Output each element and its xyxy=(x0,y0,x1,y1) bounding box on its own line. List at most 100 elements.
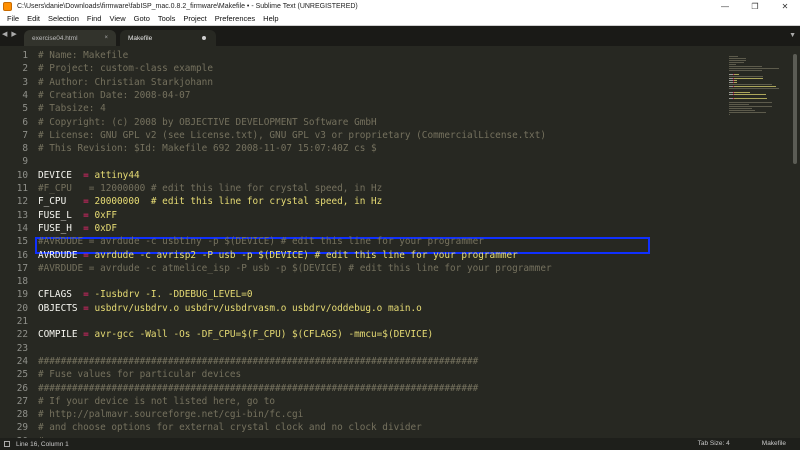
panel-toggle-icon[interactable] xyxy=(4,441,10,447)
code-line[interactable]: 21 xyxy=(0,315,725,328)
scrollbar-thumb[interactable] xyxy=(793,54,797,164)
code-text: F_CPU = 20000000 # edit this line for cr… xyxy=(38,195,382,208)
code-line[interactable]: 15 #AVRDUDE = avrdude -c usbtiny -p $(DEV… xyxy=(0,235,725,248)
code-line[interactable]: 28 # http://palmavr.sourceforge.net/cgi-b… xyxy=(0,408,725,421)
menu-file[interactable]: File xyxy=(3,14,23,23)
code-token: # Fuse values for particular devices xyxy=(38,369,242,381)
tab-dropdown-icon[interactable]: ▼ xyxy=(789,32,796,39)
code-line[interactable]: 14 FUSE_H = 0xDF xyxy=(0,222,725,235)
minimap-stroke xyxy=(729,56,738,57)
line-number: 24 xyxy=(16,355,28,367)
menu-preferences[interactable]: Preferences xyxy=(211,14,259,23)
minimap-stroke xyxy=(729,66,762,67)
code-token: AVRDUDE xyxy=(38,249,84,261)
code-line[interactable]: 13 FUSE_L = 0xFF xyxy=(0,209,725,222)
line-number: 2 xyxy=(22,63,28,75)
code-line[interactable]: 22 COMPILE = avr-gcc -Wall -Os -DF_CPU=$(… xyxy=(0,328,725,341)
code-token: ########################################… xyxy=(38,355,479,367)
unsaved-dot-icon[interactable] xyxy=(202,36,206,40)
line-number: 21 xyxy=(16,316,28,327)
line-number: 26 xyxy=(16,382,28,394)
code-line[interactable]: 29 # and choose options for external crys… xyxy=(0,421,725,434)
code-line[interactable]: 8 # This Revision: $Id: Makefile 692 2008… xyxy=(0,142,725,155)
code-line[interactable]: 25 # Fuse values for particular devices xyxy=(0,368,725,381)
line-number: 18 xyxy=(16,276,28,288)
code-line[interactable]: 26 ######################################… xyxy=(0,382,725,395)
maximize-button[interactable]: ❐ xyxy=(740,0,770,12)
code-line[interactable]: 2 # Project: custom-class example xyxy=(0,62,725,75)
minimap-stroke xyxy=(729,58,747,59)
minimap-stroke xyxy=(729,68,779,69)
code-editor[interactable]: 1 # Name: Makefile 2 # Project: custom-clas… xyxy=(0,46,725,438)
code-line[interactable]: 10 DEVICE = attiny44 xyxy=(0,169,725,182)
minimap-stroke xyxy=(729,62,744,63)
code-line[interactable]: 27 # If your device is not listed here, g… xyxy=(0,395,725,408)
menu-edit[interactable]: Edit xyxy=(23,14,44,23)
code-token: CFLAGS xyxy=(38,289,84,301)
code-line[interactable]: 20 OBJECTS = usbdrv/usbdrv.o usbdrv/usbdr… xyxy=(0,302,725,315)
code-line[interactable]: 4 # Creation Date: 2008-04-07 xyxy=(0,89,725,102)
code-line[interactable]: 18 xyxy=(0,275,725,288)
code-line[interactable]: 16 AVRDUDE = avrdude -c avrisp2 -P usb -p… xyxy=(0,249,725,262)
code-text: ########################################… xyxy=(38,382,478,395)
minimize-button[interactable]: — xyxy=(710,0,740,12)
line-number: 6 xyxy=(22,116,28,128)
code-token: # http://palmavr.sourceforge.net/cgi-bin… xyxy=(38,409,304,421)
code-line[interactable]: 19 CFLAGS = -Iusbdrv -I. -DDEBUG_LEVEL=0 xyxy=(0,288,725,301)
sublime-window: C:\Users\danie\Downloads\firmware\fabISP… xyxy=(0,0,800,450)
tab-exercise04-html[interactable]: exercise04.html × xyxy=(24,30,116,46)
code-line[interactable]: 9 xyxy=(0,155,725,168)
menu-tools[interactable]: Tools xyxy=(154,14,180,23)
tab-label: Makefile xyxy=(128,34,153,42)
code-token: 0xDF xyxy=(88,222,118,234)
syntax-indicator[interactable]: Makefile xyxy=(762,440,786,447)
line-number: 10 xyxy=(16,169,28,181)
code-line[interactable]: 17 #AVRDUDE = avrdude -c atmelice_isp -P … xyxy=(0,262,725,275)
code-line[interactable]: 12 F_CPU = 20000000 # edit this line for … xyxy=(0,195,725,208)
line-number: 16 xyxy=(16,249,28,261)
line-number: 28 xyxy=(16,409,28,421)
menu-help[interactable]: Help xyxy=(259,14,282,23)
code-text: #F_CPU = 12000000 # edit this line for c… xyxy=(38,182,382,195)
minimap-stroke xyxy=(733,92,750,93)
tab-size-indicator[interactable]: Tab Size: 4 xyxy=(698,440,730,447)
vertical-scrollbar[interactable] xyxy=(790,46,800,438)
menu-goto[interactable]: Goto xyxy=(130,14,154,23)
minimap-stroke xyxy=(729,110,755,111)
window-title: C:\Users\danie\Downloads\firmware\fabISP… xyxy=(17,2,358,10)
tab-prev-icon[interactable]: ◀ xyxy=(2,30,7,38)
code-line[interactable]: 5 # Tabsize: 4 xyxy=(0,102,725,115)
minimap-stroke xyxy=(733,86,776,87)
minimap-stroke xyxy=(733,74,739,75)
tab-close-icon[interactable]: × xyxy=(104,35,108,41)
line-number: 3 xyxy=(22,76,28,88)
menu-find[interactable]: Find xyxy=(83,14,106,23)
menu-view[interactable]: View xyxy=(105,14,129,23)
line-number: 7 xyxy=(22,129,28,141)
tab-navigation: ◀ ▶ xyxy=(2,30,17,38)
code-line[interactable]: 6 # Copyright: (c) 2008 by OBJECTIVE DEVE… xyxy=(0,116,725,129)
sublime-app-icon xyxy=(3,1,12,11)
code-text: # If your device is not listed here, go … xyxy=(38,395,275,408)
code-line[interactable]: 11 #F_CPU = 12000000 # edit this line for… xyxy=(0,182,725,195)
minimap[interactable] xyxy=(725,46,790,438)
line-number: 5 xyxy=(22,103,28,115)
code-line[interactable]: 1 # Name: Makefile xyxy=(0,49,725,62)
minimap-stroke xyxy=(729,106,772,107)
menu-selection[interactable]: Selection xyxy=(44,14,83,23)
code-line[interactable]: 3 # Author: Christian Starkjohann xyxy=(0,76,725,89)
code-token: #AVRDUDE = avrdude -c atmelice_isp -P us… xyxy=(38,262,552,274)
code-line[interactable]: 7 # License: GNU GPL v2 (see License.txt)… xyxy=(0,129,725,142)
code-text: DEVICE = attiny44 xyxy=(38,169,140,182)
close-button[interactable]: ✕ xyxy=(770,0,800,12)
code-text: OBJECTS = usbdrv/usbdrv.o usbdrv/usbdrva… xyxy=(38,302,422,315)
code-text: CFLAGS = -Iusbdrv -I. -DDEBUG_LEVEL=0 xyxy=(38,288,253,301)
line-number: 27 xyxy=(16,395,28,407)
tab-label: exercise04.html xyxy=(32,34,78,42)
tab-next-icon[interactable]: ▶ xyxy=(11,30,16,38)
menu-project[interactable]: Project xyxy=(179,14,210,23)
code-line[interactable]: 23 xyxy=(0,342,725,355)
line-number: 15 xyxy=(16,236,28,248)
tab-makefile[interactable]: Makefile xyxy=(120,30,216,46)
code-line[interactable]: 24 ######################################… xyxy=(0,355,725,368)
